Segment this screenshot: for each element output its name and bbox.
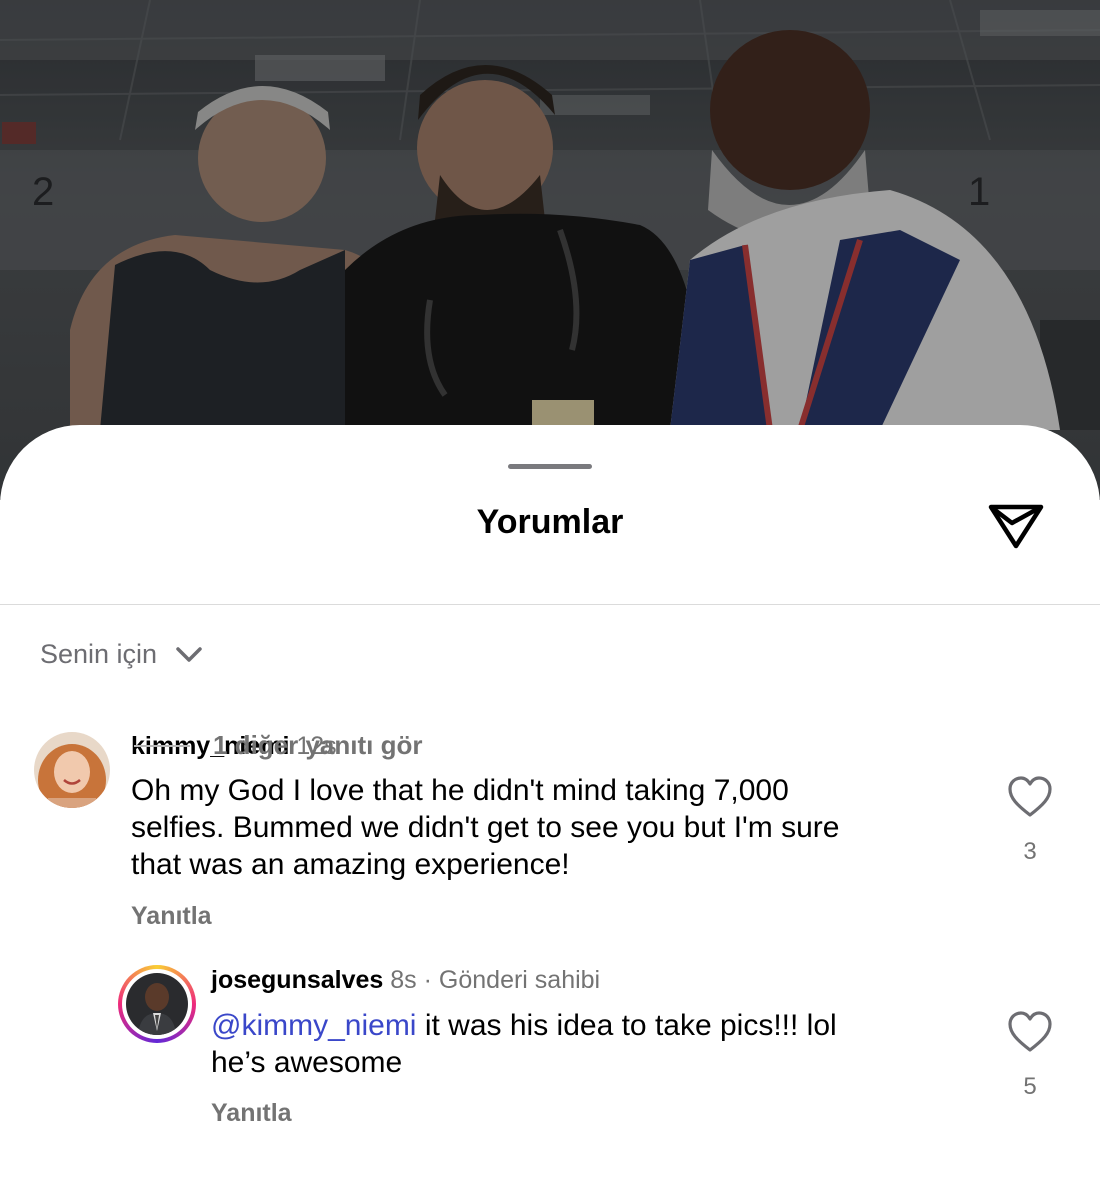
like-count: 3 — [1023, 838, 1037, 865]
reply-header: josegunsalves 8s · Gönderi sahibi — [211, 966, 600, 995]
reply-text: @kimmy_niemi it was his idea to take pic… — [211, 1007, 837, 1081]
header-divider — [0, 604, 1100, 605]
reply-button[interactable]: Yanıtla — [131, 902, 212, 931]
sheet-title: Yorumlar — [476, 503, 624, 541]
comment-text-line: that was an amazing experience! — [131, 848, 570, 881]
meta-separator: · — [423, 966, 432, 994]
comment-text-line: selfies. Bummed we didn't get to see you… — [131, 811, 840, 844]
comment-text-line: Oh my God I love that he didn't mind tak… — [131, 774, 789, 807]
heart-outline-icon — [1008, 1011, 1052, 1052]
reply-text-line: it was his idea to take pics!!! lol — [424, 1009, 837, 1042]
mention-link[interactable]: @kimmy_niemi — [211, 1009, 416, 1042]
chevron-down-icon — [176, 646, 202, 662]
avatar[interactable] — [34, 732, 110, 808]
sort-filter-label: Senin için — [40, 639, 158, 669]
like-button[interactable] — [1007, 1010, 1053, 1054]
sort-filter-dropdown[interactable]: Senin için — [40, 639, 203, 670]
reply-button[interactable]: Yanıtla — [211, 1099, 292, 1128]
comment-text: Oh my God I love that he didn't mind tak… — [131, 772, 839, 883]
share-button[interactable] — [984, 497, 1048, 553]
reply-username[interactable]: josegunsalves — [211, 966, 383, 994]
like-button[interactable] — [1007, 775, 1053, 819]
heart-outline-icon — [1008, 776, 1052, 817]
avatar-story-ring[interactable] — [118, 965, 196, 1043]
paper-plane-icon — [988, 504, 1044, 549]
drag-handle[interactable] — [508, 464, 592, 469]
reply-time: 8s — [390, 966, 417, 994]
reply-text-line: he’s awesome — [211, 1046, 403, 1079]
author-badge: Gönderi sahibi — [438, 966, 601, 994]
view-more-replies-button[interactable]: 1 diğer yanıtı gör — [213, 730, 423, 761]
more-replies-divider — [134, 745, 190, 747]
like-count: 5 — [1023, 1073, 1037, 1100]
